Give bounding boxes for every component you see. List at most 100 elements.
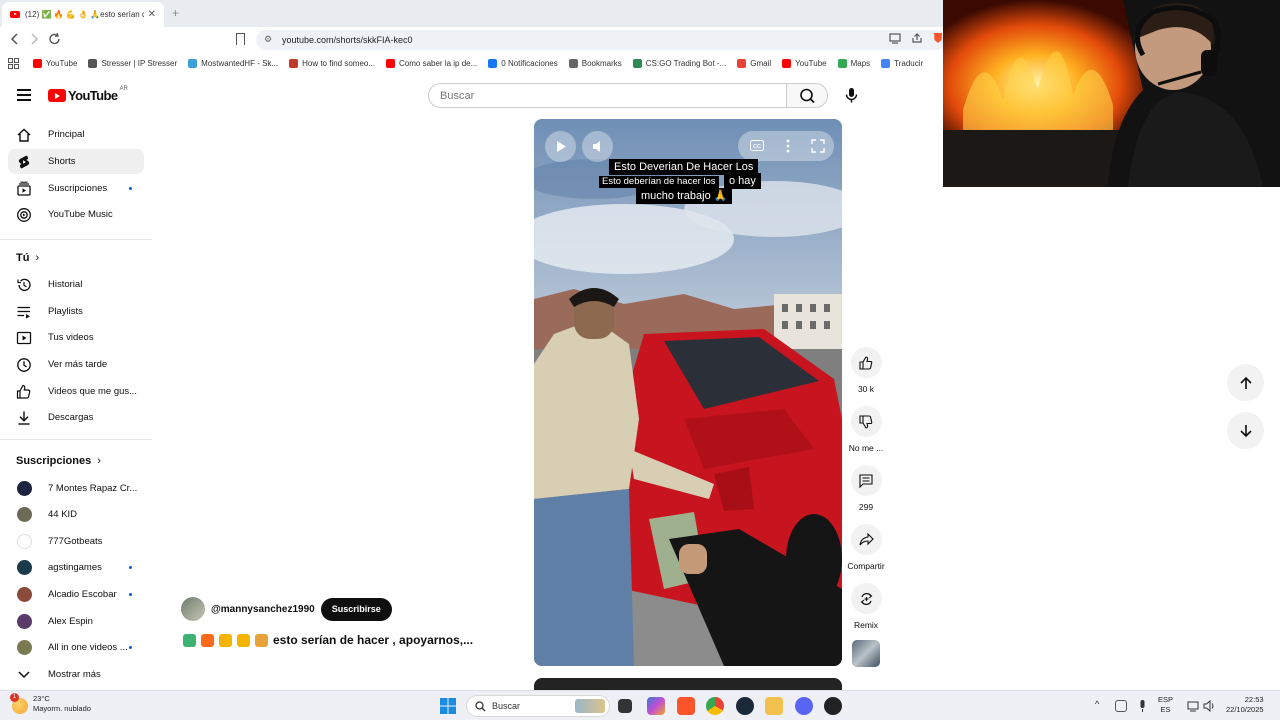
- bookmark-label: CS:GO Trading Bot -...: [645, 58, 727, 68]
- brave-shield-icon[interactable]: [933, 32, 943, 44]
- more-options-icon[interactable]: [786, 139, 790, 153]
- address-bar[interactable]: ⚙ youtube.com/shorts/skkFIA-kec0: [256, 30, 946, 50]
- bookmark-item[interactable]: Traducir: [881, 58, 923, 68]
- taskbar-search-placeholder: Buscar: [492, 701, 521, 711]
- bookmark-item[interactable]: Gmail: [737, 58, 771, 68]
- youtube-logo[interactable]: YouTube AR: [48, 86, 128, 103]
- next-short-button[interactable]: [1227, 412, 1264, 449]
- search-button[interactable]: [786, 83, 828, 108]
- channel-avatar[interactable]: [181, 597, 205, 621]
- language-indicator[interactable]: ESP ES: [1158, 695, 1173, 715]
- sidebar-item-youtube-music[interactable]: YouTube Music: [8, 202, 144, 227]
- sidebar-subscription-channel[interactable]: 777Gotbeats: [8, 529, 144, 554]
- bookmark-item[interactable]: YouTube: [33, 58, 77, 68]
- sidebar-subscription-channel[interactable]: Alcadio Escobar: [8, 582, 144, 607]
- show-more-button[interactable]: Mostrar más: [8, 662, 144, 687]
- copilot-icon[interactable]: [647, 697, 665, 715]
- next-short-preview[interactable]: [534, 678, 842, 690]
- remix-button[interactable]: Remix: [845, 583, 887, 630]
- apps-grid-icon[interactable]: [8, 57, 19, 69]
- site-info-icon[interactable]: ⚙: [264, 34, 272, 45]
- bookmark-item[interactable]: Stresser | IP Stresser: [88, 58, 178, 68]
- bookmark-favicon-icon: [737, 58, 747, 68]
- sidebar-item-shorts[interactable]: Shorts: [8, 149, 144, 174]
- short-video-player[interactable]: CC Esto Deverian De Hacer Los o hay Esto…: [534, 119, 842, 666]
- reload-icon[interactable]: [48, 32, 61, 46]
- bookmark-item[interactable]: Maps: [837, 58, 870, 68]
- fullscreen-icon[interactable]: [811, 139, 825, 153]
- weather-sun-icon: 1: [10, 693, 28, 714]
- search-input[interactable]: Buscar: [428, 83, 786, 108]
- bookmark-item[interactable]: YouTube: [782, 58, 827, 68]
- channel-name[interactable]: @mannysanchez1990: [211, 604, 315, 615]
- sidebar-item-suscripciones[interactable]: Suscripciones: [8, 176, 144, 201]
- like-button[interactable]: 30 k: [845, 347, 887, 394]
- discord-icon[interactable]: [795, 697, 813, 715]
- bookmark-label: Stresser | IP Stresser: [101, 58, 178, 68]
- search-icon: [475, 700, 486, 711]
- brave-browser-icon[interactable]: [677, 697, 695, 715]
- sidebar-item-liked[interactable]: Videos que me gus...: [8, 379, 144, 404]
- bookmark-item[interactable]: MostwantedHF - Sk...: [188, 58, 278, 68]
- bookmark-item[interactable]: CS:GO Trading Bot -...: [632, 58, 727, 68]
- steam-icon[interactable]: [736, 697, 754, 715]
- volume-tray-icon[interactable]: [1203, 700, 1216, 712]
- bookmark-favicon-icon: [568, 58, 578, 68]
- tray-sync-icon[interactable]: [1115, 700, 1127, 712]
- sidebar-item-downloads[interactable]: Descargas: [8, 405, 144, 430]
- tab-close-icon[interactable]: ✕: [148, 9, 156, 20]
- sidebar-item-watch-later[interactable]: Ver más tarde: [8, 352, 144, 377]
- windows-start-icon[interactable]: [440, 698, 456, 714]
- tray-microphone-icon[interactable]: [1138, 700, 1147, 713]
- weather-widget[interactable]: 1 23°C Mayorm. nublado: [10, 693, 91, 714]
- network-icon[interactable]: [1187, 700, 1199, 712]
- bookmark-label: 0 Notificaciones: [501, 58, 558, 68]
- subscribe-button[interactable]: Suscribirse: [320, 597, 392, 621]
- bookmark-item[interactable]: Como saber la ip de...: [386, 58, 477, 68]
- search-placeholder: Buscar: [440, 89, 475, 102]
- channel-avatar-image: [16, 560, 32, 575]
- file-explorer-icon[interactable]: [765, 697, 783, 715]
- sidebar-item-your-videos[interactable]: Tus videos: [8, 325, 144, 350]
- taskbar-search-input[interactable]: Buscar: [466, 695, 610, 717]
- play-button[interactable]: [545, 131, 576, 162]
- previous-short-button[interactable]: [1227, 364, 1264, 401]
- comments-button[interactable]: 299: [845, 465, 887, 512]
- chrome-icon[interactable]: [706, 697, 724, 715]
- captions-icon[interactable]: CC: [750, 140, 764, 151]
- sidebar-item-history[interactable]: Historial: [8, 272, 144, 297]
- sidebar-item-principal[interactable]: Principal: [8, 122, 144, 147]
- sidebar-subscriptions-heading[interactable]: Suscripciones ›: [16, 455, 101, 467]
- new-tab-button[interactable]: +: [172, 6, 179, 20]
- bookmark-page-icon[interactable]: [236, 33, 245, 45]
- sidebar-you-heading[interactable]: Tú ›: [16, 252, 39, 264]
- sidebar-subscription-channel[interactable]: 44 KID: [8, 502, 144, 527]
- volume-icon: [592, 141, 600, 152]
- sidebar-subscription-channel[interactable]: agstingames: [8, 555, 144, 580]
- system-clock[interactable]: 22:53 22/10/2025: [1226, 695, 1264, 715]
- back-icon[interactable]: [9, 32, 21, 46]
- sidebar-item-playlists[interactable]: Playlists: [8, 299, 144, 324]
- browser-tab[interactable]: (12) ✅ 🔥 💪 👌 🙏esto serían d ✕: [2, 2, 164, 27]
- bookmark-item[interactable]: Bookmarks: [568, 58, 622, 68]
- menu-icon[interactable]: [17, 89, 31, 101]
- bookmark-item[interactable]: How to find someo...: [289, 58, 375, 68]
- volume-button[interactable]: [582, 131, 613, 162]
- dislike-button[interactable]: No me ...: [845, 406, 887, 453]
- task-view-icon[interactable]: [618, 699, 632, 713]
- share-button[interactable]: Compartir: [845, 524, 887, 571]
- app-icon[interactable]: [824, 697, 842, 715]
- sidebar-subscription-channel[interactable]: All in one videos ...: [8, 635, 144, 660]
- sidebar-subscription-channel[interactable]: Alex Espin: [8, 609, 144, 634]
- cast-icon[interactable]: [889, 32, 901, 44]
- voice-search-button[interactable]: [839, 83, 864, 108]
- share-page-icon[interactable]: [911, 32, 923, 44]
- dislike-icon: [850, 406, 882, 437]
- like-count: 30 k: [857, 384, 875, 394]
- tray-overflow-icon[interactable]: ^: [1095, 699, 1099, 709]
- audio-source-thumbnail[interactable]: [852, 640, 880, 667]
- sidebar-subscription-channel[interactable]: 7 Montes Rapaz Cr...: [8, 476, 144, 501]
- subscriptions-icon: [16, 181, 32, 197]
- bookmark-item[interactable]: 0 Notificaciones: [488, 58, 558, 68]
- forward-icon[interactable]: [28, 32, 40, 46]
